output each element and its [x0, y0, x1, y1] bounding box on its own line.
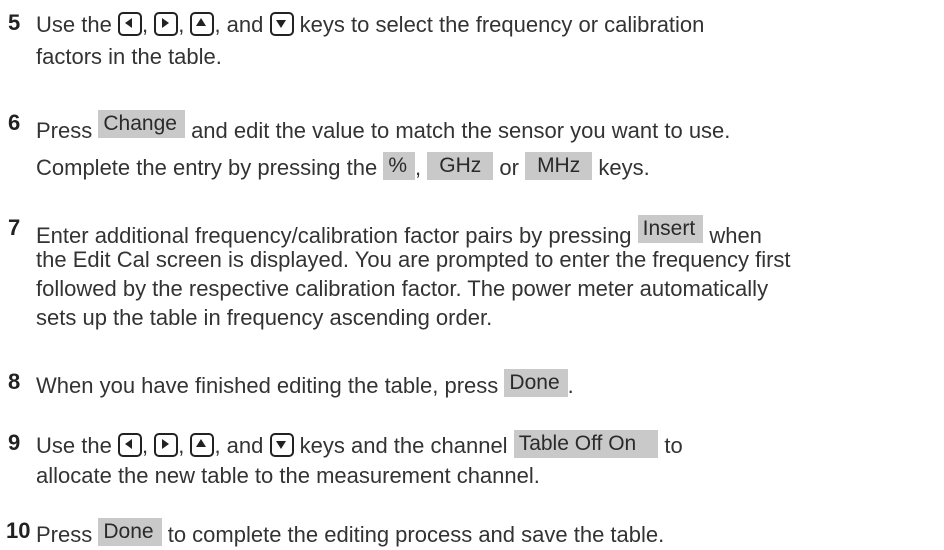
arrow-left-key-icon: [117, 433, 142, 457]
step-text: Use the: [36, 12, 112, 37]
ghz-key: GHz: [427, 152, 494, 180]
step-number: 10: [6, 518, 31, 543]
step-number: 5: [8, 10, 21, 35]
change-softkey: Change: [98, 110, 185, 138]
step-text: keys to select the frequency or calibrat…: [299, 12, 705, 37]
step-6-line-2: Complete the entry by pressing the %, GH…: [36, 152, 650, 180]
step-5-line-2: factors in the table.: [36, 44, 222, 69]
done-softkey: Done: [504, 369, 568, 397]
arrow-right-key-icon: [154, 12, 179, 36]
step-10-line-1: Press Done to complete the editing proce…: [36, 518, 665, 547]
percent-key: %: [383, 152, 415, 180]
step-7-line-3: followed by the respective calibration f…: [36, 276, 769, 301]
step-number: 6: [8, 110, 21, 135]
arrow-down-key-icon: [269, 433, 294, 457]
arrow-left-key-icon: [117, 12, 142, 36]
step-7-line-2: the Edit Cal screen is displayed. You ar…: [36, 247, 791, 272]
arrow-down-key-icon: [269, 12, 294, 36]
arrow-right-key-icon: [154, 433, 179, 457]
step-6-line-1: Press Change and edit the value to match…: [36, 110, 731, 143]
step-8-line-1: When you have finished editing the table…: [36, 369, 574, 398]
step-number: 9: [8, 430, 21, 455]
step-number: 8: [8, 369, 21, 394]
step-9-line-2: allocate the new table to the measuremen…: [36, 463, 540, 488]
table-off-on-softkey: Table Off On: [513, 430, 659, 458]
mhz-key: MHz: [525, 152, 593, 180]
step-5-line-1: Use the , , , and keys to select the fre…: [36, 12, 705, 37]
arrow-up-key-icon: [190, 433, 215, 457]
arrow-up-key-icon: [190, 12, 215, 36]
instruction-page: 5 Use the , , , and keys to select the f…: [0, 0, 944, 549]
step-7-line-4: sets up the table in frequency ascending…: [36, 305, 493, 330]
step-number: 7: [8, 215, 21, 240]
step-9-line-1: Use the , , , and keys and the channel T…: [36, 430, 683, 458]
done-softkey: Done: [98, 518, 162, 546]
insert-softkey: Insert: [637, 215, 704, 243]
